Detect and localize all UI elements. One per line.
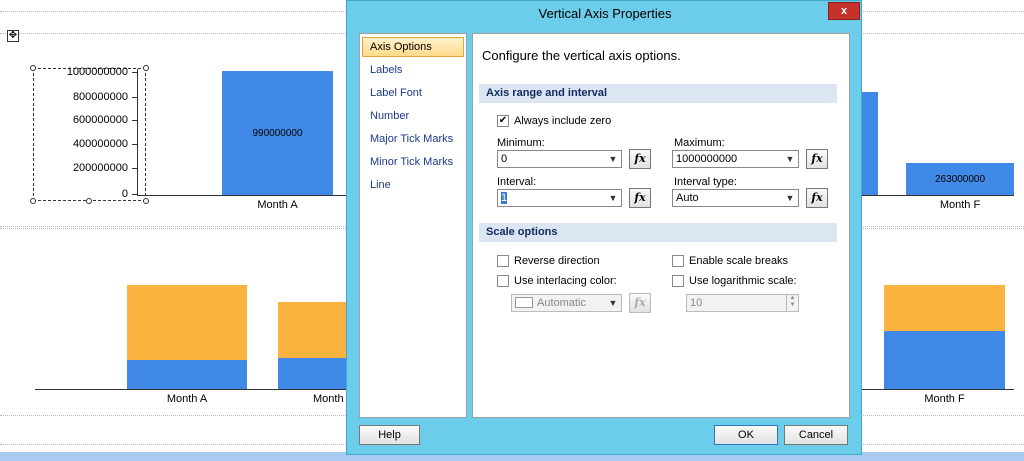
y-tick-label: 1000000000	[66, 66, 128, 78]
stacked-bar-blue[interactable]	[127, 360, 247, 389]
interval-type-value: Auto	[676, 192, 699, 204]
dialog-title: Vertical Axis Properties	[538, 6, 672, 21]
nav-item-minor-tick-marks[interactable]: Minor Tick Marks	[362, 152, 464, 172]
nav-item-label-font[interactable]: Label Font	[362, 83, 464, 103]
nav-pane: Axis Options Labels Label Font Number Ma…	[359, 33, 467, 418]
y-tick-label: 200000000	[72, 162, 128, 174]
category-label: Month A	[166, 393, 208, 405]
maximum-value: 1000000000	[676, 153, 738, 165]
enable-scale-breaks-checkbox[interactable]	[672, 255, 684, 267]
minimum-label: Minimum:	[497, 137, 545, 149]
nav-item-labels[interactable]: Labels	[362, 60, 464, 80]
bar-value-label: 263000000	[934, 174, 986, 185]
close-button[interactable]: x	[828, 2, 860, 20]
always-include-zero-checkbox[interactable]: ✔	[497, 115, 509, 127]
stacked-bar-orange[interactable]	[278, 302, 347, 358]
always-include-zero-label: Always include zero	[514, 115, 612, 127]
y-tick-label: 800000000	[72, 91, 128, 103]
stacked-bar-orange[interactable]	[884, 285, 1005, 331]
interval-expression-button[interactable]: fx	[629, 188, 651, 208]
nav-item-number[interactable]: Number	[362, 106, 464, 126]
x-axis-line	[862, 195, 1014, 196]
x-axis-line	[862, 389, 1014, 390]
resize-handle[interactable]	[30, 65, 36, 71]
nav-item-line[interactable]: Line	[362, 175, 464, 195]
interval-type-expression-button[interactable]: fx	[806, 188, 828, 208]
interval-value: 1	[501, 192, 508, 204]
reverse-direction-checkbox[interactable]	[497, 255, 509, 267]
interlacing-color-checkbox[interactable]	[497, 275, 509, 287]
y-tick-label: 0	[121, 188, 128, 200]
y-axis-line	[137, 69, 138, 196]
interval-label: Interval:	[497, 176, 537, 188]
logarithmic-scale-checkbox[interactable]	[672, 275, 684, 287]
reverse-direction-label: Reverse direction	[514, 255, 600, 267]
stacked-bar-blue[interactable]	[278, 358, 347, 389]
interval-type-label: Interval type:	[674, 176, 737, 188]
page-heading: Configure the vertical axis options.	[482, 48, 681, 63]
chevron-down-icon[interactable]: ▼	[782, 151, 798, 167]
nav-item-major-tick-marks[interactable]: Major Tick Marks	[362, 129, 464, 149]
nav-item-axis-options[interactable]: Axis Options	[362, 37, 464, 57]
bar-value-label: 990000000	[252, 128, 303, 139]
minimum-value: 0	[501, 153, 508, 165]
maximum-combo[interactable]: 1000000000 ▼	[672, 150, 799, 168]
interlacing-color-expression-button[interactable]: fx	[629, 293, 651, 313]
x-axis-line	[137, 195, 347, 196]
section-header-axis-range: Axis range and interval	[479, 84, 837, 103]
category-label: Month F	[924, 393, 965, 405]
resize-handle[interactable]	[143, 65, 149, 71]
color-swatch	[515, 296, 533, 308]
category-label: Month A	[257, 199, 298, 211]
chevron-down-icon[interactable]: ▼	[605, 190, 621, 206]
vertical-axis-selection[interactable]	[33, 68, 146, 201]
minimum-expression-button[interactable]: fx	[629, 149, 651, 169]
log-base-spinner[interactable]: 10 ▲ ▼	[686, 294, 799, 312]
chevron-down-icon[interactable]: ▼	[782, 190, 798, 206]
logarithmic-scale-label: Use logarithmic scale:	[689, 275, 797, 287]
chevron-down-icon[interactable]: ▼	[605, 295, 621, 311]
log-base-value: 10	[690, 297, 703, 309]
resize-handle[interactable]	[30, 198, 36, 204]
move-handle-icon[interactable]: ✥	[7, 30, 19, 42]
stacked-bar-blue[interactable]	[884, 331, 1005, 389]
vertical-axis-properties-dialog: Vertical Axis Properties x Axis Options …	[346, 0, 862, 455]
enable-scale-breaks-label: Enable scale breaks	[689, 255, 789, 267]
minimum-combo[interactable]: 0 ▼	[497, 150, 622, 168]
ok-button[interactable]: OK	[714, 425, 778, 445]
interval-combo[interactable]: 1 ▼	[497, 189, 622, 207]
interlacing-color-combo[interactable]: Automatic ▼	[511, 294, 622, 312]
maximum-label: Maximum:	[674, 137, 725, 149]
help-button[interactable]: Help	[359, 425, 420, 445]
y-tick-label: 600000000	[72, 114, 128, 126]
cancel-button[interactable]: Cancel	[784, 425, 848, 445]
y-tick-label: 400000000	[72, 138, 128, 150]
report-designer-canvas: ✥ 1000000000 800000000 600000000 4000000…	[0, 0, 1024, 461]
interlacing-color-label: Use interlacing color:	[514, 275, 617, 287]
chevron-down-icon[interactable]: ▼	[605, 151, 621, 167]
interval-type-combo[interactable]: Auto ▼	[672, 189, 799, 207]
section-header-scale-options: Scale options	[479, 223, 837, 242]
category-label: Month F	[939, 199, 981, 211]
maximum-expression-button[interactable]: fx	[806, 149, 828, 169]
stacked-bar-orange[interactable]	[127, 285, 247, 360]
interlacing-color-value: Automatic	[537, 297, 586, 309]
spinner-arrows-icon[interactable]: ▲ ▼	[786, 295, 798, 311]
x-axis-line	[35, 389, 347, 390]
bar-partial[interactable]	[862, 92, 878, 195]
resize-handle[interactable]	[143, 198, 149, 204]
content-pane: Configure the vertical axis options. Axi…	[472, 33, 850, 418]
